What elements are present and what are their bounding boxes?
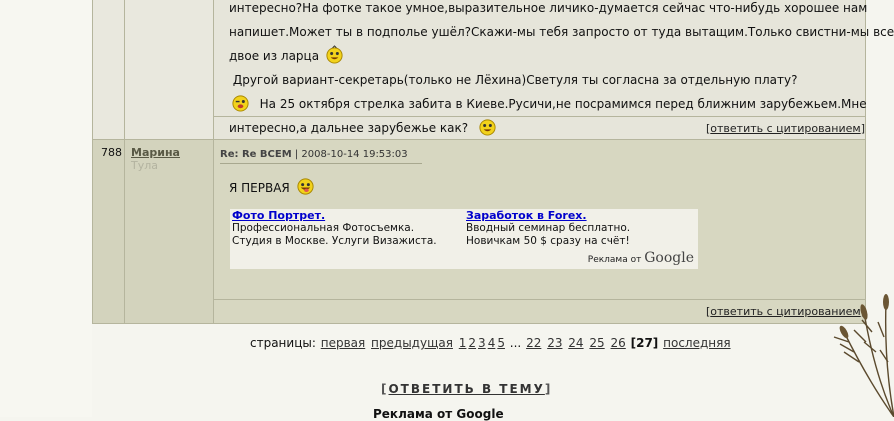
header-separator: | [294,149,299,160]
post-number: 788 [101,146,122,159]
page-link[interactable]: 4 [488,336,496,350]
page-link[interactable]: 5 [497,336,505,350]
post-row: 788 Марина Тула Re: Re ВСЕМ | 2008-10-14… [93,140,865,323]
pagination: страницы: первая предыдущая 12345 ... 22… [250,336,732,350]
ad-item: Заработок в Forex. Вводный семинар беспл… [466,209,686,248]
decorative-plant-icon [833,294,894,417]
message-line: напишет.Может ты в подполье ушёл?Скажи-м… [229,25,894,39]
page-link[interactable]: 22 [526,336,541,350]
smiley-icon [326,45,343,64]
post-body: Re: Re ВСЕМ | 2008-10-14 19:53:03 Я ПЕРВ… [214,140,865,323]
forum-posts-table: интересно?На фотке такое умное,выразител… [92,0,894,324]
page-first-link[interactable]: первая [321,336,366,350]
smiley-icon [479,119,496,136]
left-margin [0,0,92,417]
reply-bracket-close: ] [544,382,553,396]
google-logo: Google [644,250,694,266]
page-last-link[interactable]: последняя [663,336,730,350]
message-line: интересно?На фотке такое умное,выразител… [229,1,868,15]
post-subject: Re: Re ВСЕМ [220,149,292,160]
author-link[interactable]: Марина [131,146,180,159]
message-line: Другой вариант-секретарь(только не Лёхин… [232,73,798,87]
message-line: двое из ларца [229,49,320,63]
post-number-cell: 788 [93,140,125,323]
ad-title-link[interactable]: Фото Портрет. [232,209,452,222]
post-date: 2008-10-14 19:53:03 [301,149,408,160]
post-author-cell: Марина Тула [125,140,214,323]
divider [214,299,865,300]
quote-reply-link[interactable]: ответить с цитированием [710,122,860,135]
reply-to-topic: [ОТВЕТИТЬ В ТЕМУ] [381,382,552,396]
quote-reply: [ответить с цитированием] [705,122,865,135]
ad-block: Фото Портрет. Профессиональная Фотосъемк… [230,209,698,269]
wink-smiley-icon [232,95,249,112]
ad-credit-prefix: Реклама от [587,255,642,265]
message-text: Я ПЕРВАЯ [229,181,290,195]
post-header: Re: Re ВСЕМ | 2008-10-14 19:53:03 [220,149,408,160]
divider [214,116,865,117]
page-link[interactable]: 2 [468,336,476,350]
message-line: интересно,а дальнее зарубежье как? [229,121,469,135]
page-link[interactable]: 26 [611,336,626,350]
ad-title-link[interactable]: Заработок в Forex. [466,209,686,222]
post-author-cell [125,0,214,139]
page-link[interactable]: 24 [568,336,583,350]
ad-credit[interactable]: Реклама от Google [588,250,694,266]
pagination-label: страницы: [250,336,316,350]
bottom-ads-label: Реклама от Google [373,407,504,421]
post-body: интересно?На фотке такое умное,выразител… [214,0,894,139]
current-page: [27] [630,336,659,350]
page-prev-link[interactable]: предыдущая [371,336,453,350]
reply-to-topic-button[interactable]: ОТВЕТИТЬ В ТЕМУ [388,382,544,396]
post-message: Я ПЕРВАЯ [229,177,317,196]
previous-post-row: интересно?На фотке такое умное,выразител… [93,0,894,140]
ad-text: Профессиональная Фотосъемка. Студия в Мо… [232,222,437,247]
message-line: На 25 октября стрелка забита в Киеве.Рус… [259,97,867,111]
post-number-cell [93,0,125,139]
post-message: интересно?На фотке такое умное,выразител… [229,0,894,140]
page-link[interactable]: 25 [589,336,604,350]
ad-item: Фото Портрет. Профессиональная Фотосъемк… [232,209,452,248]
author-city: Тула [131,159,159,172]
pagination-ellipsis: ... [509,336,522,350]
page-link[interactable]: 1 [459,336,467,350]
page-link[interactable]: 23 [547,336,562,350]
tongue-smiley-icon [297,178,314,195]
ad-text: Вводный семинар бесплатно. Новичкам 50 $… [466,222,631,247]
page-link[interactable]: 3 [478,336,486,350]
header-underline [220,163,422,164]
